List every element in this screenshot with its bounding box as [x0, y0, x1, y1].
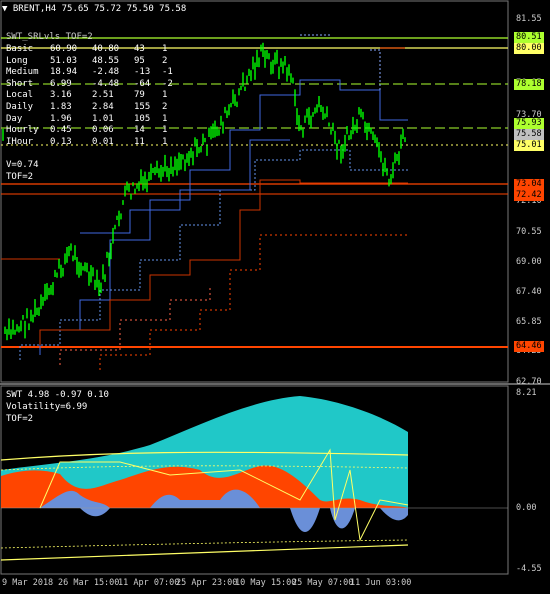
levels-table-cell: Long	[6, 55, 28, 66]
sub-axis-zero: 0.00	[516, 503, 537, 513]
tof-label: TOF=2	[6, 172, 34, 182]
price-tag: 75.01	[514, 140, 544, 151]
levels-table-cell: 1.96	[50, 113, 72, 124]
time-axis-label: 26 Mar 15:00	[58, 578, 120, 588]
levels-table-cell: 0.13	[50, 136, 72, 147]
price-axis-label: 65.85	[516, 317, 542, 327]
levels-table-cell: 0.06	[92, 125, 114, 136]
levels-table-row: Basic 60.90 40.80 43 1	[6, 44, 182, 56]
levels-table-row: Hourly 0.45 0.06 14 1	[6, 125, 182, 137]
price-tag: 80.00	[514, 43, 544, 54]
levels-table-cell: 48.55	[92, 55, 120, 66]
levels-table-cell: 11	[134, 136, 145, 147]
levels-table-cell: Daily	[6, 101, 34, 112]
levels-table-cell: 95	[134, 55, 145, 66]
price-axis-label: 81.55	[516, 14, 542, 24]
price-tag: 73.04	[514, 179, 544, 190]
levels-table-cell: 2.51	[92, 90, 114, 101]
levels-table-cell: -1	[162, 67, 173, 78]
levels-table-cell: 6.99	[50, 78, 72, 89]
price-axis-label: 70.55	[516, 227, 542, 237]
sub-axis-top: 8.21	[516, 388, 537, 398]
levels-table-cell: 1	[162, 44, 168, 54]
price-tag: 72.42	[514, 190, 544, 201]
levels-table-row: Short 6.99 -4.48 -64 -2	[6, 79, 182, 91]
sub-tof-label: TOF=2	[6, 414, 34, 424]
levels-table-cell: 3.16	[50, 90, 72, 101]
levels-table-cell: 51.03	[50, 55, 78, 66]
price-tag: 64.46	[514, 341, 544, 352]
price-tag: 75.58	[514, 129, 544, 140]
levels-table-row: Medium 18.94 -2.48 -13 -1	[6, 67, 182, 79]
price-axis-label: 62.70	[516, 377, 542, 387]
levels-table-row: Long 51.03 48.55 95 2	[6, 56, 182, 68]
levels-table-cell: 2	[162, 101, 168, 112]
levels-table-row: Day 1.96 1.01 105 1	[6, 114, 182, 126]
levels-table-cell: 1	[162, 136, 168, 147]
swt-title: SWT 4.98 -0.97 0.10	[6, 390, 109, 400]
levels-table-cell: 155	[134, 101, 151, 112]
levels-table-cell: 0.01	[92, 136, 114, 147]
levels-table-cell: Short	[6, 78, 34, 89]
levels-table-row: Daily 1.83 2.84 155 2	[6, 102, 182, 114]
lower-band	[0, 544, 409, 561]
levels-table-cell: 1.83	[50, 101, 72, 112]
sub-axis-bottom: -4.55	[516, 564, 542, 574]
levels-table-cell: 79	[134, 90, 145, 101]
time-axis-label: 25 Apr 23:00	[176, 578, 238, 588]
levels-table-cell: Local	[6, 90, 34, 101]
levels-table-cell: 2.84	[92, 101, 114, 112]
levels-table-cell: Basic	[6, 44, 34, 54]
levels-table-cell: 43	[134, 44, 145, 54]
v-label: V=0.74	[6, 160, 39, 170]
swt-oscillator	[0, 396, 508, 561]
levels-table-row: IHour 0.13 0.01 11 1	[6, 137, 182, 149]
levels-table-cell: 14	[134, 125, 145, 136]
levels-table-cell: 40.80	[92, 44, 120, 54]
levels-table-cell: -2	[162, 78, 173, 89]
symbol-label: BRENT,H4	[12, 4, 57, 14]
time-axis-label: 11 Apr 07:00	[118, 578, 180, 588]
time-axis-label: 9 Mar 2018	[2, 578, 54, 588]
price-axis-label: 69.00	[516, 257, 542, 267]
levels-table-cell: IHour	[6, 136, 34, 147]
volatility-label: Volatility=6.99	[6, 402, 88, 412]
time-axis-label: 25 May 07:00	[292, 578, 354, 588]
dropdown-icon[interactable]: ▼	[2, 4, 7, 14]
price-tag: 75.93	[514, 118, 544, 129]
levels-table-cell: 1	[162, 90, 168, 101]
price-tag: 80.51	[514, 32, 544, 43]
indicator-title: SWT_SRLvls TOF=2	[6, 32, 93, 42]
levels-table-cell: 105	[134, 113, 151, 124]
levels-table-cell: 0.45	[50, 125, 72, 136]
price-tag: 78.18	[514, 79, 544, 90]
levels-table-cell: 60.90	[50, 44, 78, 54]
levels-table-cell: -2.48	[92, 67, 120, 78]
levels-table-cell: -13	[134, 67, 151, 78]
ohlc-label: 75.65 75.72 75.50 75.58	[61, 4, 187, 14]
levels-table-cell: 1	[162, 125, 168, 136]
levels-table-cell: Day	[6, 113, 23, 124]
levels-table-cell: -64	[134, 78, 151, 89]
levels-table-cell: Medium	[6, 67, 39, 78]
chart-header: ▼ BRENT,H4 75.65 75.72 75.50 75.58	[2, 4, 186, 14]
levels-table: Basic 60.90 40.80 43 1 Long 51.03 48.55 95 2 Mediu…	[6, 44, 182, 148]
levels-table-cell: 2	[162, 55, 168, 66]
time-axis-label: 11 Jun 03:00	[350, 578, 412, 588]
levels-table-cell: 18.94	[50, 67, 78, 78]
price-axis-label: 67.40	[516, 287, 542, 297]
levels-table-cell: Hourly	[6, 125, 39, 136]
levels-table-row: Local 3.16 2.51 79 1	[6, 90, 182, 102]
levels-table-cell: -4.48	[92, 78, 120, 89]
levels-table-cell: 1.01	[92, 113, 114, 124]
time-axis-label: 10 May 15:00	[235, 578, 297, 588]
levels-table-cell: 1	[162, 113, 168, 124]
